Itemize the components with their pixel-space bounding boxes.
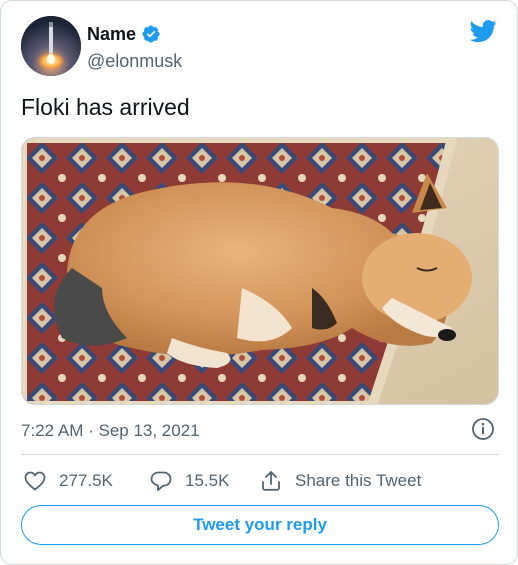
tweet-your-reply-button[interactable]: Tweet your reply [21, 505, 499, 545]
reply-bubble-icon [150, 471, 172, 491]
divider [21, 454, 499, 455]
author-name-row[interactable]: Name [87, 23, 161, 45]
share-action[interactable]: Share this Tweet [259, 469, 421, 493]
tweet-photo[interactable] [21, 137, 499, 405]
like-count: 277.5K [59, 471, 113, 490]
tweet-timestamp[interactable]: 7:22 AM · Sep 13, 2021 [21, 420, 200, 442]
reply-action[interactable]: 15.5K [149, 469, 229, 493]
author-handle[interactable]: @elonmusk [87, 50, 182, 72]
share-icon [262, 471, 280, 491]
tweet-text: Floki has arrived [21, 94, 190, 120]
like-action[interactable]: 277.5K [23, 469, 113, 493]
share-label: Share this Tweet [295, 471, 422, 490]
author-name[interactable]: Name [87, 23, 136, 45]
avatar[interactable] [21, 16, 81, 76]
tweet-card: Name @elonmusk Floki has arrived 7:22 AM… [0, 0, 518, 565]
heart-icon [24, 471, 46, 491]
info-icon[interactable] [471, 417, 495, 441]
twitter-bird-icon[interactable] [467, 17, 499, 45]
reply-count: 15.5K [185, 471, 230, 490]
verified-badge-icon [142, 25, 160, 43]
